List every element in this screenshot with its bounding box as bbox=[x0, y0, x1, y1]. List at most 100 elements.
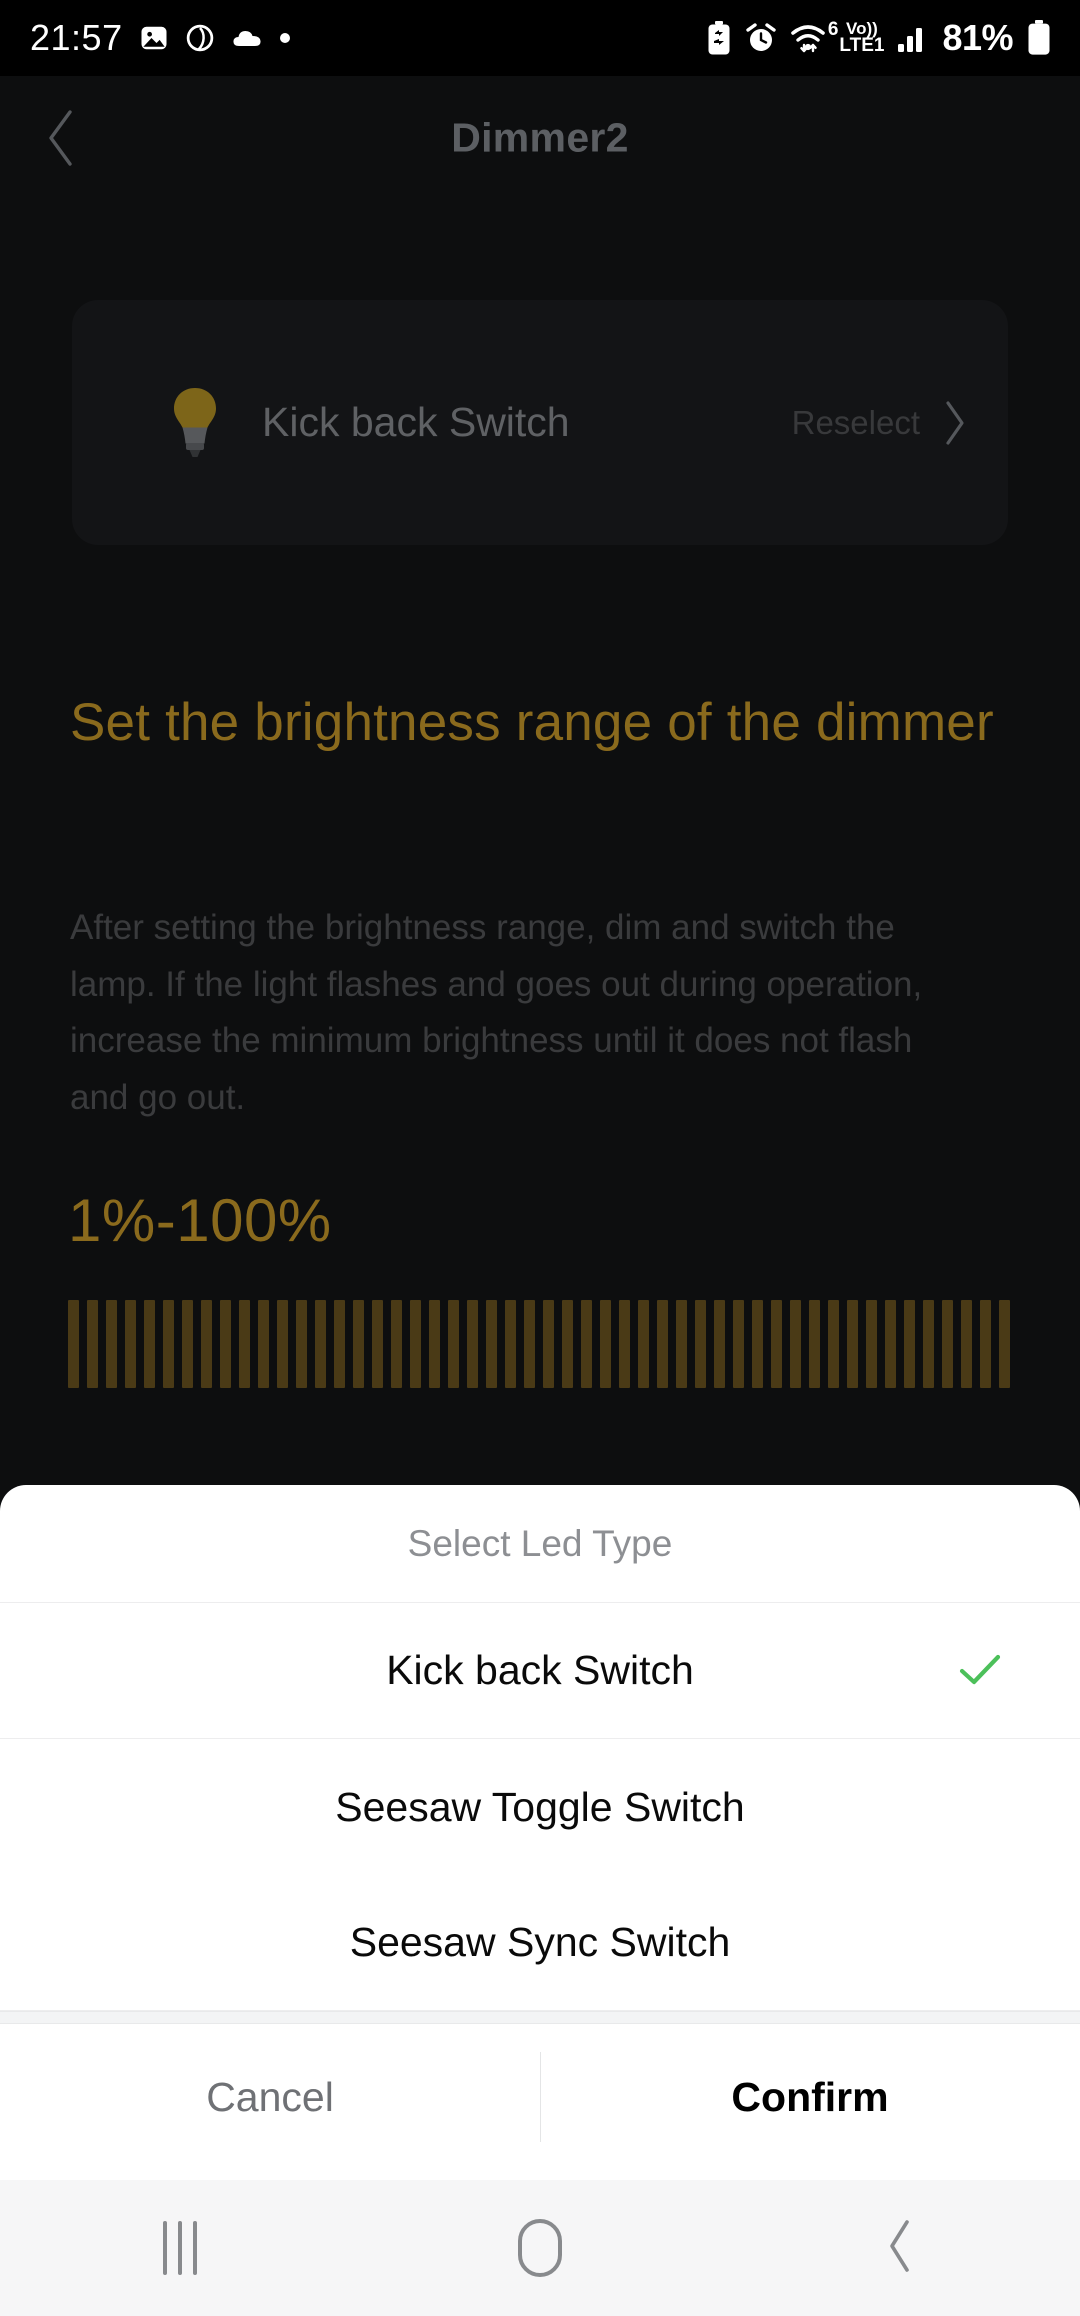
status-bar-right: 6 Vo)) LTE1 81% bbox=[706, 17, 1052, 58]
status-bar: 21:57 6 Vo)) LTE1 81% bbox=[0, 0, 1080, 76]
device-selection-card[interactable]: Kick back Switch Reselect bbox=[72, 300, 1008, 545]
nav-recents-button[interactable] bbox=[0, 2221, 360, 2275]
slider-tick bbox=[372, 1300, 383, 1388]
brightness-range-heading: Set the brightness range of the dimmer bbox=[70, 693, 994, 752]
led-type-option-kick-back-switch[interactable]: Kick back Switch bbox=[0, 1603, 1080, 1739]
slider-tick bbox=[353, 1300, 364, 1388]
chevron-right-icon bbox=[942, 399, 968, 447]
option-label: Kick back Switch bbox=[386, 1647, 694, 1693]
confirm-button[interactable]: Confirm bbox=[540, 2024, 1080, 2170]
sheet-divider-band bbox=[0, 2011, 1080, 2024]
slider-tick bbox=[467, 1300, 478, 1388]
image-icon bbox=[139, 23, 169, 53]
nav-back-button[interactable] bbox=[720, 2218, 1080, 2279]
system-nav-bar bbox=[0, 2180, 1080, 2316]
slider-tick bbox=[182, 1300, 193, 1388]
slider-tick bbox=[391, 1300, 402, 1388]
cloud-icon bbox=[231, 26, 263, 50]
back-chevron-icon bbox=[884, 2218, 916, 2279]
slider-tick bbox=[809, 1300, 820, 1388]
action-divider bbox=[540, 2052, 541, 2142]
slider-tick bbox=[87, 1300, 98, 1388]
slider-tick bbox=[904, 1300, 915, 1388]
slider-tick bbox=[258, 1300, 269, 1388]
slider-tick bbox=[524, 1300, 535, 1388]
slider-tick bbox=[866, 1300, 877, 1388]
assistant-circle-icon bbox=[185, 23, 215, 53]
signal-bars-icon bbox=[897, 23, 929, 53]
dot-icon bbox=[279, 32, 291, 44]
slider-tick bbox=[163, 1300, 174, 1388]
cancel-button[interactable]: Cancel bbox=[0, 2024, 540, 2170]
volte-icon: Vo)) LTE1 bbox=[839, 20, 885, 57]
slider-tick bbox=[125, 1300, 136, 1388]
volte-bottom-label: LTE1 bbox=[839, 35, 885, 57]
slider-tick bbox=[562, 1300, 573, 1388]
battery-icon bbox=[1026, 20, 1052, 56]
wifi-icon: 6 bbox=[790, 19, 838, 53]
slider-tick bbox=[239, 1300, 250, 1388]
slider-tick bbox=[543, 1300, 554, 1388]
alarm-icon bbox=[745, 22, 777, 54]
slider-tick bbox=[714, 1300, 725, 1388]
bottom-sheet-title: Select Led Type bbox=[0, 1485, 1080, 1603]
brightness-range-slider[interactable] bbox=[68, 1300, 1010, 1388]
option-label: Seesaw Sync Switch bbox=[349, 1919, 731, 1965]
slider-tick bbox=[296, 1300, 307, 1388]
slider-tick bbox=[410, 1300, 421, 1388]
slider-tick bbox=[676, 1300, 687, 1388]
home-icon bbox=[518, 2219, 562, 2277]
led-type-option-seesaw-toggle-switch[interactable]: Seesaw Toggle Switch bbox=[0, 1739, 1080, 1875]
light-bulb-icon bbox=[168, 386, 222, 460]
slider-tick bbox=[277, 1300, 288, 1388]
slider-tick bbox=[942, 1300, 953, 1388]
card-device-name: Kick back Switch bbox=[262, 399, 570, 445]
slider-tick bbox=[847, 1300, 858, 1388]
page-title: Dimmer2 bbox=[451, 114, 629, 161]
slider-tick bbox=[733, 1300, 744, 1388]
slider-tick bbox=[771, 1300, 782, 1388]
phone-screen: 21:57 6 Vo)) LTE1 81% Dimmer2 Kick back … bbox=[0, 0, 1080, 2316]
battery-saver-icon bbox=[706, 21, 732, 55]
slider-tick bbox=[828, 1300, 839, 1388]
status-bar-left: 21:57 bbox=[30, 20, 291, 56]
brightness-range-description: After setting the brightness range, dim … bbox=[70, 908, 923, 1118]
slider-tick bbox=[961, 1300, 972, 1388]
reselect-label: Reselect bbox=[791, 403, 920, 441]
slider-tick bbox=[619, 1300, 630, 1388]
slider-tick bbox=[315, 1300, 326, 1388]
slider-tick bbox=[201, 1300, 212, 1388]
battery-percent-label: 81% bbox=[942, 17, 1013, 58]
slider-tick bbox=[581, 1300, 592, 1388]
reselect-button[interactable]: Reselect bbox=[792, 399, 968, 447]
slider-tick bbox=[885, 1300, 896, 1388]
led-type-option-seesaw-sync-switch[interactable]: Seesaw Sync Switch bbox=[0, 1875, 1080, 2011]
slider-tick bbox=[923, 1300, 934, 1388]
option-label: Seesaw Toggle Switch bbox=[335, 1783, 745, 1830]
wifi-generation-label: 6 bbox=[827, 19, 839, 40]
app-bar: Dimmer2 bbox=[0, 76, 1080, 200]
led-type-bottom-sheet: Select Led Type Kick back Switch Seesaw … bbox=[0, 1485, 1080, 2180]
check-icon bbox=[958, 1653, 1002, 1689]
slider-tick bbox=[429, 1300, 440, 1388]
slider-tick bbox=[638, 1300, 649, 1388]
recents-icon bbox=[163, 2221, 197, 2275]
slider-tick bbox=[334, 1300, 345, 1388]
slider-tick bbox=[752, 1300, 763, 1388]
slider-tick bbox=[695, 1300, 706, 1388]
slider-tick bbox=[144, 1300, 155, 1388]
slider-tick bbox=[448, 1300, 459, 1388]
status-clock: 21:57 bbox=[30, 17, 123, 58]
slider-tick bbox=[980, 1300, 991, 1388]
nav-home-button[interactable] bbox=[360, 2219, 720, 2277]
brightness-range-value: 1%-100% bbox=[68, 1187, 332, 1254]
slider-tick bbox=[999, 1300, 1010, 1388]
slider-tick bbox=[106, 1300, 117, 1388]
slider-tick bbox=[505, 1300, 516, 1388]
slider-tick bbox=[657, 1300, 668, 1388]
slider-tick bbox=[600, 1300, 611, 1388]
slider-tick bbox=[486, 1300, 497, 1388]
bottom-sheet-actions: Cancel Confirm bbox=[0, 2024, 1080, 2170]
slider-tick bbox=[220, 1300, 231, 1388]
slider-tick bbox=[68, 1300, 79, 1388]
